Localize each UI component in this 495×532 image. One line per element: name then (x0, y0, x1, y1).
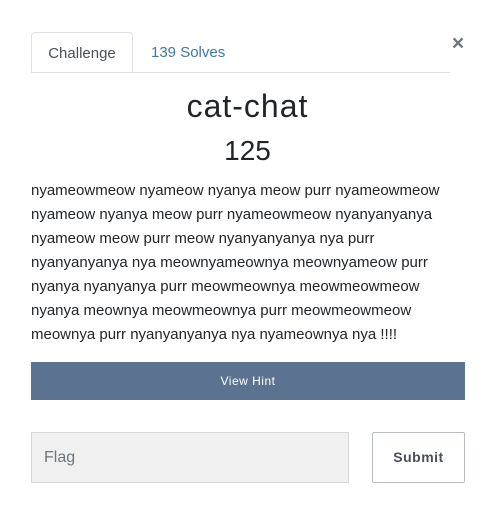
flag-input[interactable] (31, 432, 349, 483)
challenge-title: cat-chat (186, 88, 309, 124)
submit-button[interactable]: Submit (372, 432, 465, 483)
challenge-tabs: Challenge 139 Solves (31, 32, 450, 73)
challenge-description: nyameowmeow nyameow nyanya meow purr nya… (31, 182, 440, 343)
challenge-modal: Challenge 139 Solves × cat-chat 125 nyam… (0, 0, 495, 532)
tab-challenge[interactable]: Challenge (31, 32, 133, 72)
close-icon[interactable]: × (448, 33, 468, 55)
challenge-points: 125 (224, 135, 271, 166)
view-hint-button[interactable]: View Hint (31, 362, 465, 400)
tab-solves[interactable]: 139 Solves (151, 32, 225, 72)
